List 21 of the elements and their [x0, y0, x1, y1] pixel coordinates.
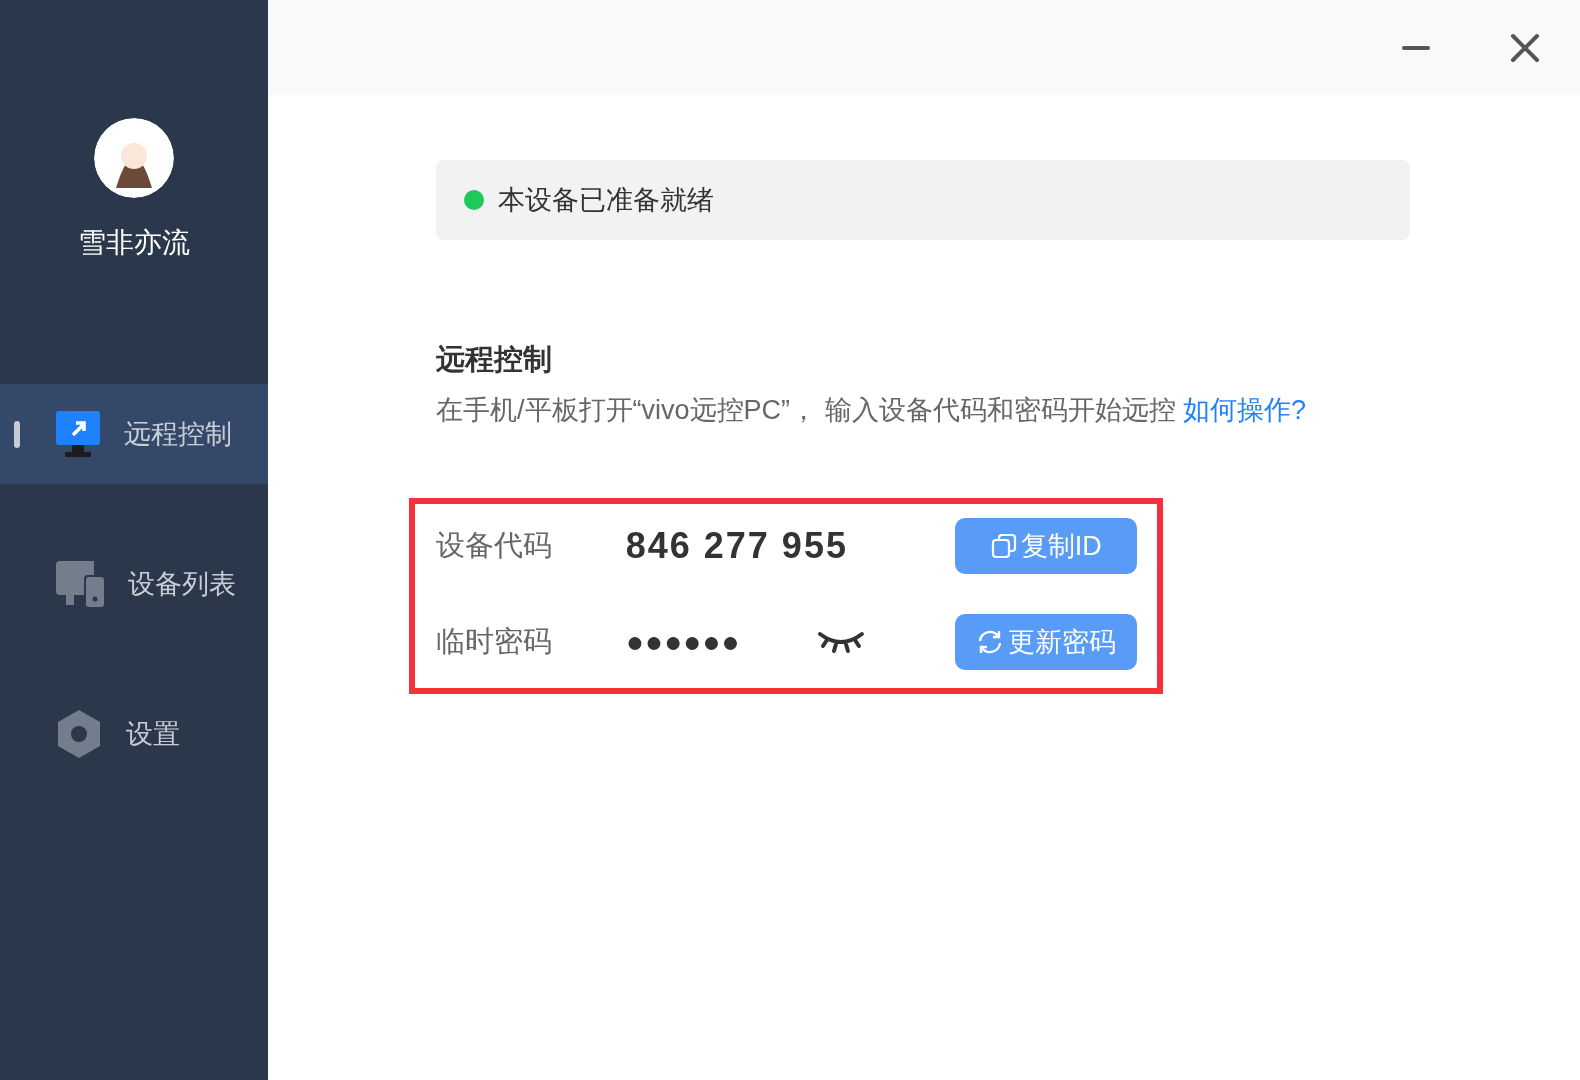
devices-icon: [56, 561, 104, 607]
masked-password: ●●●●●●: [625, 625, 742, 659]
close-button[interactable]: [1510, 32, 1540, 63]
help-link[interactable]: 如何操作?: [1183, 395, 1307, 425]
nav-item[interactable]: 远程控制: [0, 384, 268, 484]
nav-item[interactable]: 设置: [0, 684, 268, 784]
field-label: 设备代码: [436, 528, 553, 563]
closed-eye-icon[interactable]: [817, 630, 866, 654]
copy-icon: [990, 533, 1017, 559]
minimize-button[interactable]: [1402, 44, 1430, 51]
active-indicator: [14, 421, 20, 448]
status-dot: [464, 190, 484, 210]
instruction-text: 在手机/平板打开“vivo远控PC”， 输入设备代码和密码开始远控: [436, 395, 1176, 425]
monitor-icon: [56, 411, 100, 457]
settings-icon: [56, 710, 102, 758]
device-code: 846 277 955: [625, 525, 849, 567]
user-name: 雪非亦流: [78, 226, 190, 260]
status-text: 本设备已准备就绪: [498, 184, 714, 217]
section-title: 远程控制: [436, 342, 553, 377]
field-label: 临时密码: [436, 624, 553, 659]
nav-item[interactable]: 设备列表: [0, 534, 268, 634]
